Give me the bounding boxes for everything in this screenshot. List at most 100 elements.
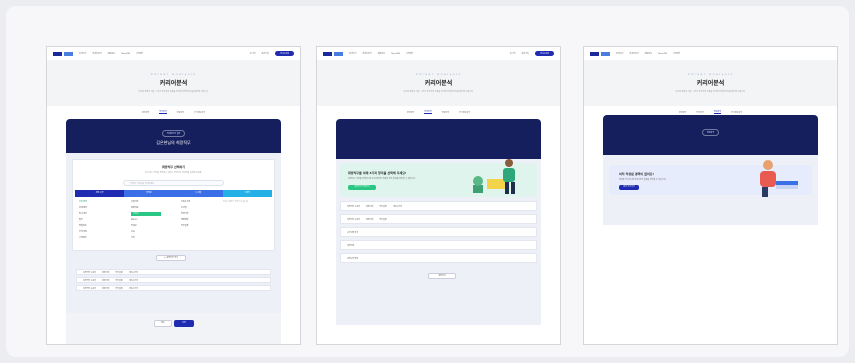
banner-pill: 진로탐색 — [701, 129, 720, 136]
nav-item[interactable]: 고객센터 — [136, 52, 143, 55]
list-item[interactable]: 회계·재무 — [79, 206, 124, 210]
table-row: 희망직무 2순위 경영기획 직무설정 — [340, 214, 537, 224]
nav-item[interactable]: 채용정보 — [378, 52, 385, 55]
logo-icon[interactable] — [53, 51, 62, 56]
nav-item[interactable]: 채용정보 — [645, 52, 652, 55]
add-career-button[interactable]: 경력 추가하기 — [619, 185, 639, 190]
nav-item[interactable]: 채용정보 — [108, 52, 115, 55]
table-row: 희망근무형태 — [340, 253, 537, 263]
logo-mark-icon — [601, 51, 610, 56]
nav-item[interactable]: 고객센터 — [406, 52, 413, 55]
empty-career-banner: 아직 작성된 경력이 없어요! 경력을 추가하시면 진로 탐색 결과를 확인할 … — [609, 160, 812, 197]
category-tab[interactable]: 디자인 — [222, 190, 272, 197]
nav-item[interactable]: TalentDB — [391, 53, 400, 55]
row-label: 희망연봉 — [347, 244, 355, 247]
list-item[interactable]: 법무 — [79, 218, 124, 222]
hero-eyebrow: Career Analysis — [687, 72, 734, 76]
screenshot-path-empty[interactable]: 검색하기 커리어분석 채용정보 TalentDB 고객센터 Career Ana… — [583, 46, 838, 345]
result-banner: 진로탐색 — [603, 115, 818, 155]
logo-icon[interactable] — [323, 51, 332, 56]
nav-item[interactable]: 커리어분석 — [629, 52, 638, 55]
row-value: 서비스기획 — [392, 205, 402, 208]
tab-career[interactable]: 경력분석 — [142, 111, 149, 114]
category-tab[interactable]: 경영·사무 — [75, 190, 125, 197]
list-item[interactable]: 사업기획 — [131, 200, 161, 204]
content-panel: 아직 작성된 경력이 없어요! 경력을 추가하시면 진로 탐색 결과를 확인할 … — [603, 155, 818, 225]
nav-item[interactable]: 검색하기 — [79, 52, 86, 55]
list-item[interactable]: 기획·전략 — [79, 200, 124, 204]
list-item[interactable]: 영업관리 — [79, 224, 124, 228]
nav-item[interactable]: 커리어분석 — [362, 52, 371, 55]
row-value: 직무설정 — [379, 218, 387, 221]
list-item-selected[interactable]: 기획자 — [131, 212, 161, 216]
list-item[interactable]: 인사·총무 — [79, 212, 124, 216]
list-item[interactable]: 신사업 — [181, 206, 211, 210]
tab-career[interactable]: 경력분석 — [679, 111, 686, 114]
tab-path[interactable]: 진로탐색 — [177, 111, 184, 114]
list-item[interactable]: 경영지원 — [131, 206, 161, 210]
nav-item[interactable]: 고객센터 — [673, 52, 680, 55]
contact-button[interactable]: 서비스문의 — [534, 51, 554, 56]
nav-item[interactable]: 커리어분석 — [92, 52, 101, 55]
table-row: 희망직무 3순위 경영기획 직무설정 서비스기획 — [76, 285, 271, 291]
list-item[interactable]: 기타 — [131, 236, 161, 240]
list-item[interactable]: 고객관리 — [79, 236, 124, 240]
logo-icon[interactable] — [590, 51, 599, 56]
row-value: 직무설정 — [115, 279, 123, 282]
list-item[interactable]: 전략기획 — [181, 212, 211, 216]
category-tab[interactable]: IT·개발 — [173, 190, 223, 197]
login-link[interactable]: 로그인 — [250, 52, 256, 55]
select-job-button[interactable]: 희망직무 선택하기 — [348, 185, 376, 190]
card-subtitle: 관심 있는 직무를 선택하고 원하는 방향으로 커리어를 설계해 보세요. — [144, 172, 203, 174]
list-item[interactable]: 교육 — [131, 230, 161, 234]
save-button[interactable]: 저장하기 — [428, 273, 456, 279]
tab-job[interactable]: 직무분석 — [696, 111, 703, 114]
nav-item[interactable]: TalentDB — [658, 53, 667, 55]
list-item[interactable]: 해외영업 — [181, 218, 211, 222]
tab-extra[interactable]: 추가정보입력 — [194, 111, 205, 114]
hero-desc: 지금의 경험과 기술, 그리고 앞으로의 목표를 분석해 최적의 진로를 제안해… — [403, 91, 474, 93]
row-value: 서비스기획 — [128, 271, 138, 274]
screenshot-job-selection[interactable]: 검색하기 커리어분석 채용정보 TalentDB 고객센터 로그인 회원가입 서… — [46, 46, 301, 345]
tab-career[interactable]: 경력분석 — [407, 111, 414, 114]
cancel-button[interactable]: 취소 — [154, 320, 172, 327]
row-label: 희망직무 1순위 — [347, 205, 360, 208]
nav-item[interactable]: 검색하기 — [349, 52, 356, 55]
category-tab[interactable]: 마케팅 — [124, 190, 174, 197]
job-list-col3: 서비스기획 신사업 전략기획 해외영업 직무설정 — [181, 200, 211, 228]
job-search-input[interactable]: 직무명, 키워드를 검색하세요 — [123, 180, 224, 186]
tab-job[interactable]: 직무분석 — [159, 110, 167, 114]
side-note: 최대 3개까지 선택 가능합니다 — [223, 201, 249, 203]
tab-job[interactable]: 직무분석 — [424, 110, 432, 114]
list-item[interactable]: 직무설정 — [181, 224, 211, 228]
tab-extra[interactable]: 추가정보입력 — [731, 111, 742, 114]
contact-button[interactable]: 서비스문의 — [274, 51, 294, 56]
row-label: 근무희망지역 — [347, 231, 359, 234]
row-value: 서비스기획 — [128, 279, 138, 282]
tab-path[interactable]: 진로탐색 — [713, 110, 722, 114]
nav-item[interactable]: 검색하기 — [616, 52, 623, 55]
list-item[interactable]: 컨설팅 — [131, 224, 161, 228]
save-button[interactable]: 저장 — [174, 320, 194, 327]
top-nav: 검색하기 커리어분석 채용정보 TalentDB 고객센터 — [584, 47, 837, 60]
nav-item[interactable]: TalentDB — [121, 53, 130, 55]
table-row: 희망직무 1순위 경영기획 직무설정 서비스기획 — [340, 201, 537, 211]
tab-path[interactable]: 진로탐색 — [442, 111, 449, 114]
row-label: 희망직무 1순위 — [83, 271, 96, 274]
table-row: 희망연봉 — [340, 240, 537, 250]
row-value: 직무설정 — [115, 271, 123, 274]
screenshot-job-form[interactable]: 검색하기 커리어분석 채용정보 TalentDB 고객센터 로그인 회원가입 서… — [316, 46, 561, 345]
list-item[interactable]: 무역·유통 — [79, 230, 124, 234]
list-item[interactable]: 서비스기획 — [181, 200, 211, 204]
hero-desc: 지금의 경험과 기술, 그리고 앞으로의 목표를 분석해 최적의 진로를 제안해… — [675, 91, 746, 93]
list-item[interactable]: PM·PO — [131, 218, 161, 222]
signup-link[interactable]: 회원가입 — [261, 52, 268, 55]
login-link[interactable]: 로그인 — [510, 52, 516, 55]
row-value: 직무설정 — [115, 287, 123, 290]
add-job-button[interactable]: + 희망직무 추가 — [156, 255, 186, 261]
tab-bar: 경력분석 직무분석 진로탐색 추가정보입력 — [317, 107, 560, 117]
logo-mark-icon — [64, 51, 73, 56]
signup-link[interactable]: 회원가입 — [521, 52, 528, 55]
logo-mark-icon — [334, 51, 343, 56]
tab-extra[interactable]: 추가정보입력 — [459, 111, 470, 114]
